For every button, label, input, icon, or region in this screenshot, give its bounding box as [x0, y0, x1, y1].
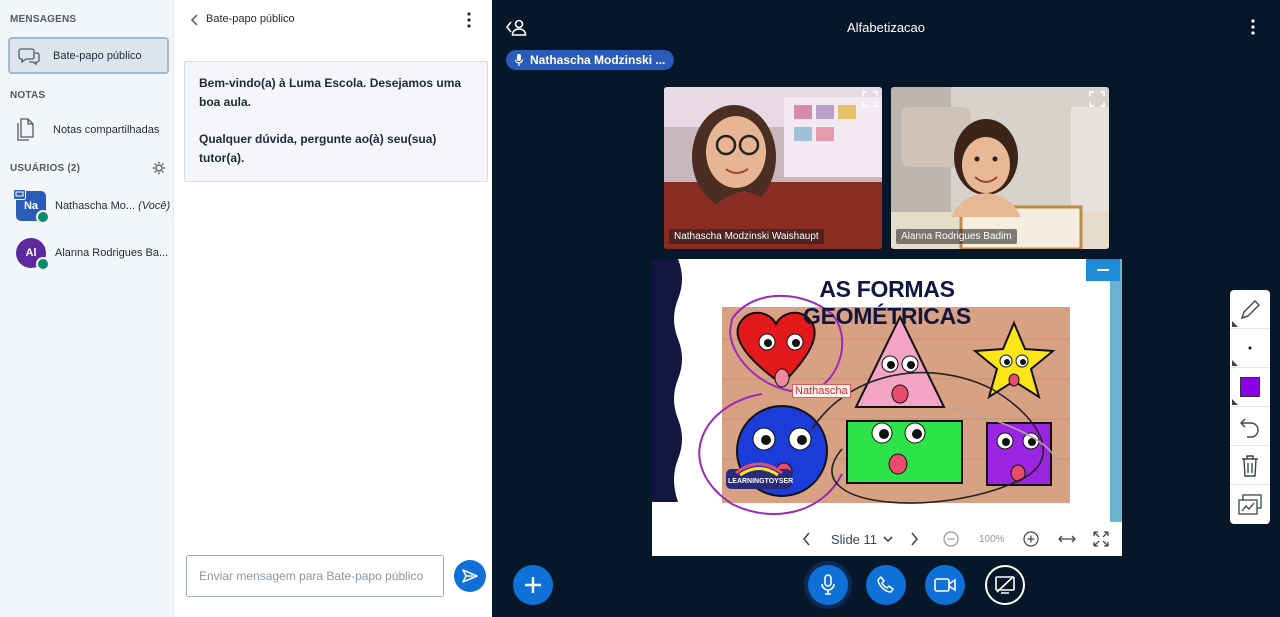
mic-icon: [821, 574, 835, 595]
webcam-video: [891, 87, 1109, 249]
main-area: Alfabetizacao Nathascha Modzinski ... Na…: [492, 0, 1280, 617]
thickness-tool-button[interactable]: [1230, 329, 1270, 368]
sidebar: MENSAGENS Bate-papo público NOTAS Notas …: [0, 0, 174, 617]
webcam-tile[interactable]: Alanna Rodrigues Badim: [891, 87, 1109, 249]
corner-indicator-icon: [1232, 360, 1238, 366]
gear-icon[interactable]: [152, 161, 166, 175]
minus-icon: [1097, 269, 1109, 271]
slide-title: AS FORMAS GEOMÉTRICAS: [803, 276, 971, 329]
next-slide-icon[interactable]: [909, 522, 919, 556]
share-screen-button[interactable]: [985, 565, 1025, 605]
welcome-message: Bem-vindo(a) à Luma Escola. Desejamos um…: [184, 61, 488, 182]
leave-audio-button[interactable]: [866, 565, 906, 605]
multi-user-button[interactable]: [1230, 485, 1270, 524]
slide-controls: Slide 11 100%: [652, 522, 1122, 556]
webcam-name: Alanna Rodrigues Badim: [896, 229, 1017, 244]
webcam-video: [664, 87, 882, 249]
actions-button[interactable]: [513, 565, 553, 605]
corner-indicator-icon: [1232, 399, 1238, 405]
undo-icon: [1240, 418, 1259, 438]
cursor-label: Nathascha: [792, 384, 851, 398]
clear-button[interactable]: [1230, 446, 1270, 485]
user-name: Alanna Rodrigues Ba...: [55, 247, 169, 259]
chat-panel: Bate-papo público Bem-vindo(a) à Luma Es…: [174, 0, 492, 617]
zoom-out-icon[interactable]: [943, 522, 959, 556]
fullscreen-icon[interactable]: [862, 91, 878, 107]
sidebar-item-shared-notes[interactable]: Notas compartilhadas: [8, 113, 169, 147]
message-input[interactable]: Enviar mensagem para Bate-papo público: [186, 555, 444, 597]
minimize-presentation-button[interactable]: [1086, 259, 1120, 281]
more-options-icon[interactable]: [1251, 19, 1255, 35]
video-camera-icon: [934, 578, 956, 592]
talking-indicator[interactable]: Nathascha Modzinski ...: [506, 50, 674, 70]
send-icon: [462, 569, 478, 583]
you-label: (Você): [138, 200, 171, 212]
plus-icon: [525, 577, 541, 593]
chevron-left-icon[interactable]: [190, 14, 200, 26]
notes-icon: [17, 118, 34, 141]
welcome-help-text: Qualquer dúvida, pergunte ao(à) seu(sua)…: [199, 132, 437, 165]
sidebar-item-public-chat[interactable]: Bate-papo público: [8, 37, 169, 74]
mic-status-icon: [36, 210, 50, 224]
pencil-icon: [1240, 300, 1260, 320]
webcam-tile[interactable]: Nathascha Modzinski Waishaupt: [664, 87, 882, 249]
slide-label: Slide 11: [831, 531, 878, 547]
undo-button[interactable]: [1230, 407, 1270, 446]
notes-section-title: NOTAS: [10, 90, 46, 101]
room-title: Alfabetizacao: [846, 20, 926, 35]
presenter-icon: [13, 189, 26, 200]
talking-user-name: Nathascha Modzinski ...: [530, 53, 666, 67]
multi-whiteboard-icon: [1238, 494, 1262, 515]
trash-icon: [1242, 455, 1258, 477]
chevron-down-icon: [883, 536, 893, 543]
zoom-level: 100%: [979, 533, 1005, 545]
presentation-slide[interactable]: AS FORMAS GEOMÉTRICAS Nathascha LEARNING…: [652, 259, 1110, 522]
user-name: Nathascha Mo... (Você): [55, 200, 170, 212]
user-name-text: Nathascha Mo...: [55, 200, 136, 212]
thickness-dot-icon: [1248, 346, 1252, 350]
pencil-tool-button[interactable]: [1230, 290, 1270, 329]
app-root: MENSAGENS Bate-papo público NOTAS Notas …: [0, 0, 1280, 617]
messages-section-title: MENSAGENS: [10, 14, 77, 25]
user-list-item[interactable]: Al Alanna Rodrigues Ba...: [0, 236, 174, 274]
chat-header: Bate-papo público: [174, 0, 492, 40]
fullscreen-icon[interactable]: [1093, 522, 1109, 556]
color-tool-button[interactable]: [1230, 368, 1270, 407]
mic-icon: [514, 54, 524, 66]
phone-icon: [877, 576, 894, 593]
chat-title: Bate-papo público: [206, 13, 295, 25]
webcam-name: Nathascha Modzinski Waishaupt: [669, 229, 824, 244]
screen-share-off-icon: [995, 576, 1015, 594]
slide-select[interactable]: Slide 11: [831, 522, 893, 556]
chat-icon: [18, 48, 40, 66]
send-button[interactable]: [454, 560, 486, 592]
welcome-text: Bem-vindo(a) à Luma Escola. Desejamos um…: [199, 76, 462, 109]
presentation: AS FORMAS GEOMÉTRICAS Nathascha LEARNING…: [652, 259, 1122, 556]
corner-indicator-icon: [1232, 321, 1238, 327]
whiteboard-toolbar: [1230, 290, 1270, 524]
prev-slide-icon[interactable]: [802, 522, 812, 556]
zoom-in-icon[interactable]: [1023, 522, 1039, 556]
more-options-icon[interactable]: [467, 12, 471, 28]
users-section-title: USUÁRIOS (2): [10, 163, 81, 174]
shared-notes-label: Notas compartilhadas: [53, 124, 160, 136]
fit-width-icon[interactable]: [1058, 522, 1076, 556]
fullscreen-icon[interactable]: [1089, 91, 1105, 107]
mute-button[interactable]: [808, 565, 848, 605]
color-swatch-icon: [1240, 377, 1260, 397]
user-list-item[interactable]: Na Nathascha Mo... (Você): [0, 189, 174, 227]
logo-text: LEARNINGTOYSER: [728, 478, 794, 485]
mic-status-icon: [36, 257, 50, 271]
public-chat-label: Bate-papo público: [53, 50, 142, 62]
slide-scrollbar[interactable]: [1110, 259, 1122, 522]
share-webcam-button[interactable]: [925, 565, 965, 605]
